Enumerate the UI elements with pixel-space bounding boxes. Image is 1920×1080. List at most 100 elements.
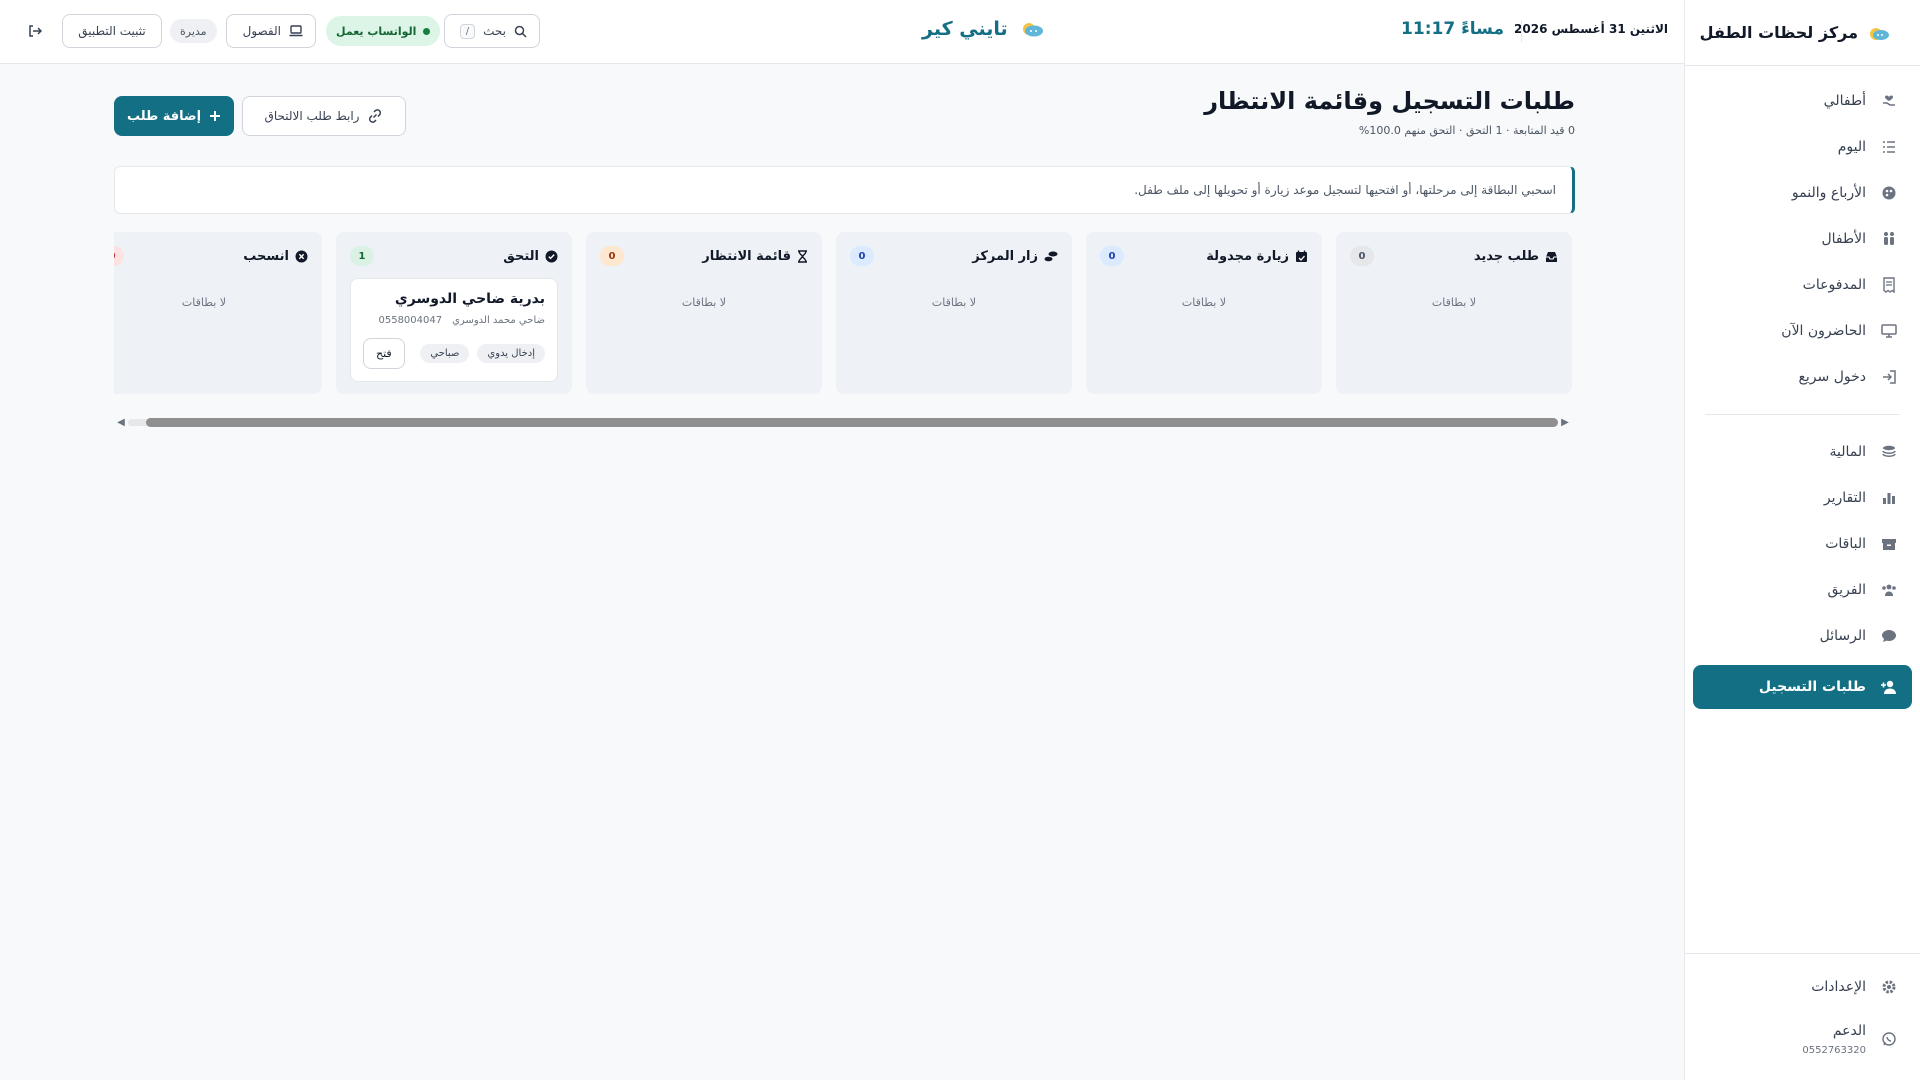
support-phone: 0552763320 <box>1802 1044 1866 1056</box>
kanban-viewport[interactable]: طلب جديد 0 لا بطاقات زيارة مجدولة 0 لا ب… <box>114 232 1572 402</box>
guardian-phone: 0558004047 <box>378 315 443 326</box>
scroll-right-icon[interactable]: ▶ <box>1558 415 1572 429</box>
enrollment-card[interactable]: بدرية ضاحي الدوسري ضاحي محمد الدوسري 055… <box>350 278 558 382</box>
column-title: زيارة مجدولة <box>1206 249 1308 264</box>
card-meta: ضاحي محمد الدوسري 0558004047 <box>363 315 545 326</box>
shift-tag: صباحي <box>420 344 470 363</box>
current-date: الاثنين 31 أغسطس 2026 <box>1514 22 1668 36</box>
scroll-left-icon[interactable]: ◀ <box>114 415 128 429</box>
sidebar-nav: أطفالي اليوم الأرباع والنمو الأطفال المد… <box>1685 66 1920 953</box>
sidebar-item-label: المالية <box>1829 444 1866 460</box>
team-icon <box>1880 581 1898 599</box>
sidebar-item-support[interactable]: الدعم 0552763320 <box>1685 1010 1920 1068</box>
column-title: التحق <box>503 249 558 264</box>
source-tag: إدخال يدوي <box>477 344 545 363</box>
sidebar-item-quick-entry[interactable]: دخول سريع <box>1685 354 1920 400</box>
column-header: التحق 1 <box>350 246 558 266</box>
board-hint: اسحبي البطاقة إلى مرحلتها، أو افتحيها لت… <box>114 166 1575 214</box>
sidebar-item-packages[interactable]: الباقات <box>1685 521 1920 567</box>
sidebar-item-label: الأطفال <box>1821 231 1866 247</box>
empty-state: لا بطاقات <box>1431 296 1477 309</box>
whatsapp-status-badge[interactable]: الواتساب يعمل <box>326 16 441 46</box>
sidebar-footer: الإعدادات الدعم 0552763320 <box>1685 953 1920 1080</box>
board-scrollbar[interactable]: ◀ ▶ <box>114 414 1572 430</box>
sidebar-item-present-now[interactable]: الحاضرون الآن <box>1685 308 1920 354</box>
children-icon <box>1880 230 1898 248</box>
sidebar-item-label: الأرباع والنمو <box>1791 185 1866 201</box>
sidebar-item-label: الفريق <box>1827 582 1866 598</box>
column-header: زيارة مجدولة 0 <box>1100 246 1308 266</box>
empty-state: لا بطاقات <box>1181 296 1227 309</box>
chat-icon <box>1880 627 1898 645</box>
sidebar-item-messages[interactable]: الرسائل <box>1685 613 1920 659</box>
column-title-text: زار المركز <box>972 248 1038 264</box>
sidebar-item-label: المدفوعات <box>1802 277 1866 293</box>
app-logo: تايني كير <box>922 18 1044 40</box>
cloud-logo-icon <box>1020 19 1044 39</box>
search-button[interactable]: بحث / <box>444 14 540 48</box>
sidebar-item-settings[interactable]: الإعدادات <box>1685 964 1920 1010</box>
scrollbar-thumb[interactable] <box>146 418 1558 427</box>
install-app-button[interactable]: تثبيت التطبيق <box>62 14 162 48</box>
search-icon <box>514 25 527 38</box>
sidebar-item-today[interactable]: اليوم <box>1685 124 1920 170</box>
status-dot <box>423 27 431 35</box>
kanban-column-enrolled[interactable]: التحق 1 بدرية ضاحي الدوسري ضاحي محمد الد… <box>336 232 572 394</box>
gear-icon <box>1880 978 1898 996</box>
hourglass-icon <box>797 249 808 263</box>
sidebar-item-label: التقارير <box>1823 490 1866 506</box>
classes-label: الفصول <box>242 24 281 38</box>
empty-state: لا بطاقات <box>181 296 227 309</box>
sidebar-item-growth[interactable]: الأرباع والنمو <box>1685 170 1920 216</box>
receipt-icon <box>1880 276 1898 294</box>
kanban-column-new[interactable]: طلب جديد 0 لا بطاقات <box>1336 232 1572 394</box>
column-title: طلب جديد <box>1474 249 1558 264</box>
open-card-button[interactable]: فتح <box>363 338 405 369</box>
sidebar-item-enrollment-requests[interactable]: طلبات التسجيل <box>1693 665 1912 709</box>
kanban-column-waitlist[interactable]: قائمة الانتظار 0 لا بطاقات <box>586 232 822 394</box>
column-header: طلب جديد 0 <box>1350 246 1558 266</box>
kanban-column-withdrawn[interactable]: انسحب 0 لا بطاقات <box>114 232 322 394</box>
page-title: طلبات التسجيل وقائمة الانتظار <box>1204 87 1575 115</box>
role-badge: مديرة <box>170 19 217 43</box>
list-icon <box>1880 138 1898 156</box>
sidebar-item-my-children[interactable]: أطفالي <box>1685 78 1920 124</box>
sidebar-item-label: الإعدادات <box>1811 979 1866 995</box>
add-request-button[interactable]: إضافة طلب <box>114 96 234 136</box>
column-title-text: طلب جديد <box>1473 248 1539 264</box>
logout-icon <box>28 24 42 38</box>
column-count: 0 <box>600 246 624 266</box>
classes-button[interactable]: الفصول <box>226 14 316 48</box>
enrollment-link-label: رابط طلب الالتحاق <box>264 109 360 123</box>
empty-state: لا بطاقات <box>681 296 727 309</box>
sidebar-brand[interactable]: مركز لحظات الطفل <box>1685 0 1920 66</box>
sidebar-item-team[interactable]: الفريق <box>1685 567 1920 613</box>
enrollment-link-button[interactable]: رابط طلب الالتحاق <box>242 96 406 136</box>
laptop-icon <box>289 25 303 37</box>
monitor-icon <box>1880 322 1898 340</box>
bar-chart-icon <box>1880 489 1898 507</box>
sidebar-item-reports[interactable]: التقارير <box>1685 475 1920 521</box>
support-block: الدعم 0552763320 <box>1802 1023 1866 1056</box>
logout-button[interactable] <box>20 14 50 48</box>
sidebar-divider <box>1705 414 1900 415</box>
sidebar-item-label: طلبات التسجيل <box>1758 679 1866 695</box>
link-icon <box>367 108 383 124</box>
empty-state: لا بطاقات <box>931 296 977 309</box>
brand-title: مركز لحظات الطفل <box>1699 23 1858 42</box>
sidebar-item-children[interactable]: الأطفال <box>1685 216 1920 262</box>
sign-in-icon <box>1880 368 1898 386</box>
x-circle-icon <box>295 250 308 263</box>
support-label: الدعم <box>1832 1022 1866 1039</box>
topbar-divider <box>1521 20 1522 42</box>
whatsapp-status-label: الواتساب يعمل <box>336 24 417 38</box>
calendar-check-icon <box>1295 250 1308 263</box>
kanban-column-visited[interactable]: زار المركز 0 لا بطاقات <box>836 232 1072 394</box>
column-header: انسحب 0 <box>114 246 308 266</box>
sidebar-item-finance[interactable]: المالية <box>1685 429 1920 475</box>
sidebar-item-payments[interactable]: المدفوعات <box>1685 262 1920 308</box>
sidebar: مركز لحظات الطفل أطفالي اليوم الأرباع وا… <box>1684 0 1920 1080</box>
column-count: 0 <box>850 246 874 266</box>
page-stats: 0 قيد المتابعة · 1 التحق · التحق منهم 10… <box>1358 124 1575 137</box>
kanban-column-scheduled-visit[interactable]: زيارة مجدولة 0 لا بطاقات <box>1086 232 1322 394</box>
